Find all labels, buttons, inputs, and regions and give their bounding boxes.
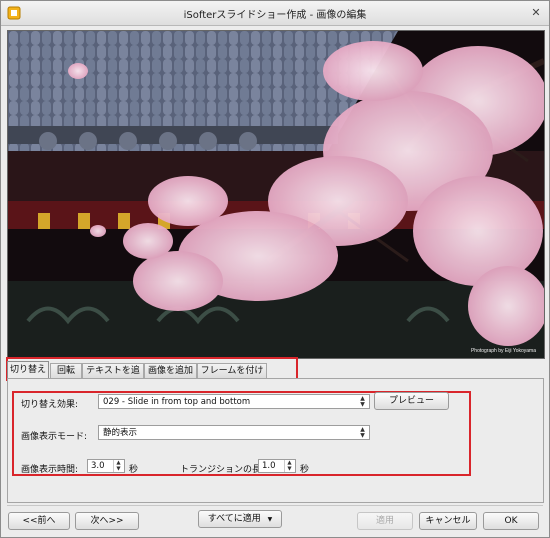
title-bar: iSofterスライドショー作成 - 画像の編集 ✕ xyxy=(1,1,549,26)
tab-transition[interactable]: 切り替え xyxy=(7,361,49,379)
apply-all-button[interactable]: すべてに適用 ▼ xyxy=(198,510,282,528)
duration-label: 画像表示時間: xyxy=(21,465,79,475)
image-preview: Photograph by Eiji Yokoyama xyxy=(7,30,545,359)
tab-rotate[interactable]: 回転 xyxy=(50,363,82,378)
effect-value: 029 - Slide in from top and bottom xyxy=(103,397,251,407)
duration-spinner[interactable]: 3.0 ▲ ▼ xyxy=(87,459,125,473)
duration-unit: 秒 xyxy=(129,465,139,475)
apply-all-label: すべてに適用 xyxy=(207,514,261,524)
effect-select[interactable]: 029 - Slide in from top and bottom ▲ ▼ xyxy=(98,394,370,409)
dropdown-arrow-icon: ▼ xyxy=(267,516,273,523)
edit-image-window: iSofterスライドショー作成 - 画像の編集 ✕ Photograph by… xyxy=(0,0,550,538)
transition-length-value: 1.0 xyxy=(262,461,276,471)
duration-value: 3.0 xyxy=(91,461,105,471)
spinner-arrows-icon[interactable]: ▲ ▼ xyxy=(113,460,123,472)
close-icon[interactable]: ✕ xyxy=(529,6,543,20)
cancel-button[interactable]: キャンセル xyxy=(419,512,477,530)
display-mode-label: 画像表示モード: xyxy=(21,432,88,442)
display-mode-value: 静的表示 xyxy=(103,428,138,438)
previous-button[interactable]: <<前へ xyxy=(8,512,70,530)
tab-add-frame[interactable]: フレームを付ける xyxy=(197,363,267,390)
spinner-arrows-icon[interactable]: ▲ ▼ xyxy=(284,460,294,472)
tab-add-text[interactable]: テキストを追加 xyxy=(82,363,144,390)
footer-divider xyxy=(7,505,543,506)
photo-credit: Photograph by Eiji Yokoyama xyxy=(471,348,536,354)
apply-button[interactable]: 適用 xyxy=(357,512,413,530)
window-title: iSofterスライドショー作成 - 画像の編集 xyxy=(183,10,367,21)
tab-add-image[interactable]: 画像を追加 xyxy=(144,363,197,378)
effect-label: 切り替え効果: xyxy=(21,400,79,410)
transition-length-spinner[interactable]: 1.0 ▲ ▼ xyxy=(258,459,296,473)
next-button[interactable]: 次へ>> xyxy=(75,512,139,530)
preview-button[interactable]: プレビュー xyxy=(374,392,449,410)
updown-arrows-icon: ▲ ▼ xyxy=(360,426,365,439)
cherry-blossom-photo: Photograph by Eiji Yokoyama xyxy=(8,31,544,358)
display-mode-select[interactable]: 静的表示 ▲ ▼ xyxy=(98,425,370,440)
updown-arrows-icon: ▲ ▼ xyxy=(360,395,365,408)
transition-length-unit: 秒 xyxy=(300,465,310,475)
ok-button[interactable]: OK xyxy=(483,512,539,530)
